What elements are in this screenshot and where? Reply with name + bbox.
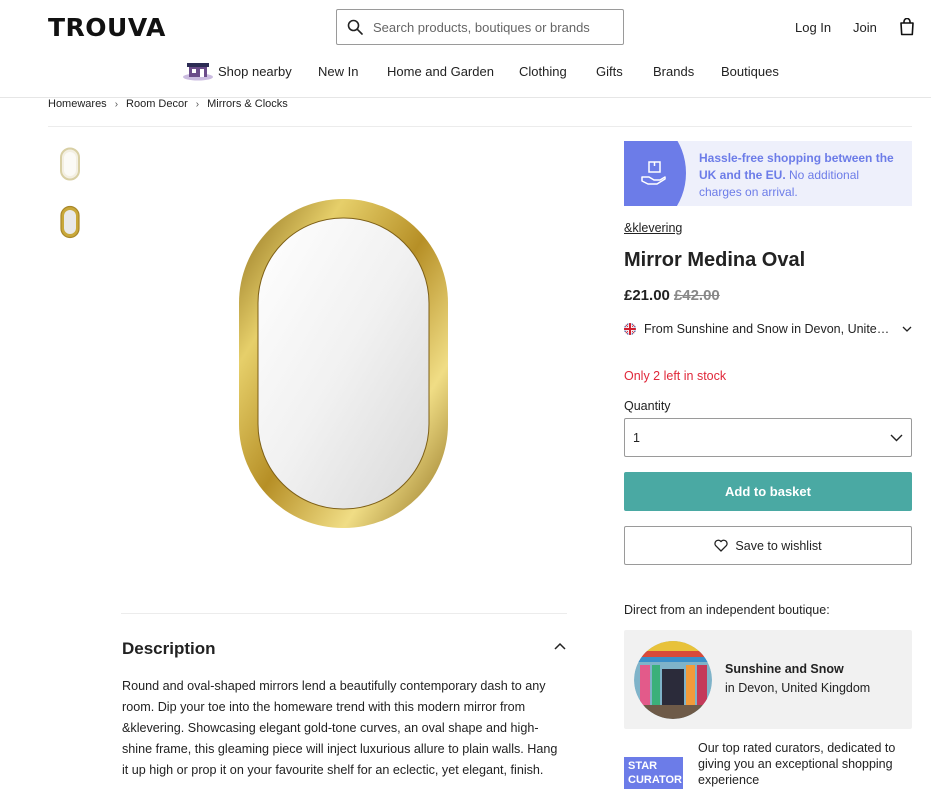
quantity-select[interactable]: 1 (624, 418, 912, 457)
description-heading[interactable]: Description (122, 639, 216, 659)
nav-clothing[interactable]: Clothing (519, 64, 567, 79)
save-to-wishlist-label: Save to wishlist (735, 538, 822, 553)
uk-flag-icon (624, 323, 636, 335)
login-link[interactable]: Log In (795, 20, 831, 35)
star-curator-text: Our top rated curators, dedicated to giv… (698, 741, 896, 787)
image-divider (121, 613, 567, 614)
product-thumbnail-2[interactable] (59, 205, 81, 239)
search-icon (347, 19, 363, 35)
star-curator-badge: STAR CURATOR (624, 757, 683, 789)
trouva-logo[interactable]: TROUVA (48, 13, 166, 42)
product-thumbnail-1[interactable] (59, 147, 81, 181)
nav-gifts[interactable]: Gifts (596, 64, 623, 79)
nav-boutiques[interactable]: Boutiques (721, 64, 779, 79)
stock-warning: Only 2 left in stock (624, 369, 727, 383)
breadcrumb-room-decor[interactable]: Room Decor (126, 98, 188, 110)
chevron-up-icon[interactable] (553, 641, 567, 651)
boutique-intro: Direct from an independent boutique: (624, 603, 830, 617)
boutique-name[interactable]: Sunshine and Snow (725, 662, 844, 676)
product-title: Mirror Medina Oval (624, 249, 806, 271)
breadcrumb-separator-icon: › (195, 98, 200, 110)
boutique-location: in Devon, United Kingdom (725, 681, 871, 695)
breadcrumb-mirrors-clocks[interactable]: Mirrors & Clocks (207, 98, 288, 110)
heart-icon (714, 539, 729, 552)
nav-shop-nearby[interactable]: Shop nearby (218, 64, 292, 79)
nav-brands[interactable]: Brands (653, 64, 694, 79)
star-curator-badge-line2: CURATOR (628, 774, 682, 786)
search-input[interactable] (373, 19, 603, 35)
brand-link[interactable]: &klevering (624, 221, 682, 235)
nav-new-in[interactable]: New In (318, 64, 358, 79)
product-main-image[interactable] (236, 196, 451, 531)
shipping-origin-text: From Sunshine and Snow in Devon, United … (644, 322, 896, 336)
quantity-label: Quantity (624, 399, 671, 413)
current-price: £21.00 (624, 287, 670, 304)
boutique-avatar[interactable] (634, 641, 712, 719)
breadcrumb: Homewares › Room Decor › Mirrors & Clock… (48, 98, 288, 110)
add-to-basket-button[interactable]: Add to basket (624, 472, 912, 511)
join-link[interactable]: Join (853, 20, 877, 35)
chevron-down-icon (890, 434, 903, 442)
original-price: £42.00 (673, 287, 720, 304)
price: £21.00 £42.00 (624, 287, 720, 304)
shipping-promo-banner: Hassle-free shopping between the UK and … (624, 141, 912, 206)
box-in-hand-icon (641, 161, 666, 185)
breadcrumb-divider (48, 126, 912, 127)
quantity-value: 1 (633, 430, 640, 445)
breadcrumb-separator-icon: › (114, 98, 119, 110)
save-to-wishlist-button[interactable]: Save to wishlist (624, 526, 912, 565)
shop-nearby-icon (183, 63, 213, 81)
basket-icon[interactable] (899, 18, 915, 36)
chevron-down-icon[interactable] (902, 326, 912, 332)
nav-home-and-garden[interactable]: Home and Garden (387, 64, 494, 79)
shipping-origin-row[interactable]: From Sunshine and Snow in Devon, United … (624, 322, 912, 336)
description-text: Round and oval-shaped mirrors lend a bea… (122, 679, 558, 777)
star-curator-badge-line1: STAR (628, 760, 658, 772)
search-bar[interactable] (336, 9, 624, 45)
promo-text: Hassle-free shopping between the UK and … (699, 150, 904, 201)
breadcrumb-homewares[interactable]: Homewares (48, 98, 107, 110)
boutique-card[interactable]: Sunshine and Snow in Devon, United Kingd… (624, 630, 912, 729)
